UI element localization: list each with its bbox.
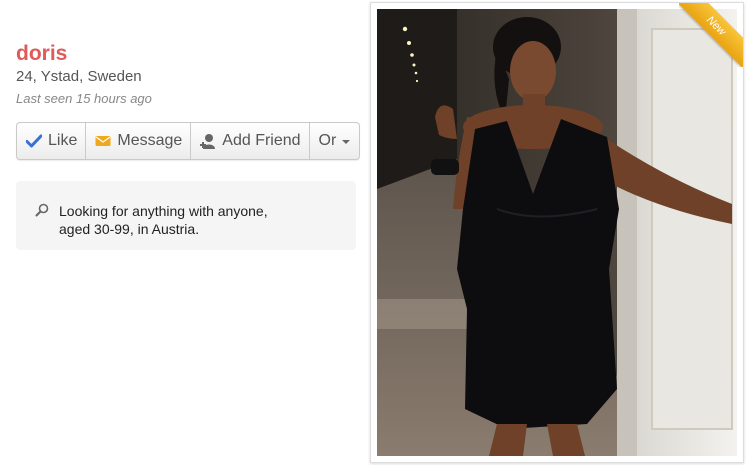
action-button-group: Like Message Add Friend Or <box>16 122 361 160</box>
profile-location: 24, Ystad, Sweden <box>16 68 142 85</box>
looking-for-text: Looking for anything with anyone, aged 3… <box>59 202 319 238</box>
envelope-icon <box>94 133 111 150</box>
search-icon <box>35 203 49 222</box>
add-friend-button[interactable]: Add Friend <box>191 123 310 159</box>
last-seen-text: Last seen 15 hours ago <box>16 91 152 106</box>
or-dropdown-button[interactable]: Or <box>310 123 360 159</box>
profile-photo[interactable]: New <box>370 2 744 463</box>
like-label: Like <box>48 132 78 149</box>
profile-name: doris <box>16 42 68 65</box>
message-label: Message <box>117 132 183 149</box>
or-label: Or <box>318 132 337 149</box>
message-button[interactable]: Message <box>86 123 192 159</box>
looking-for-box: Looking for anything with anyone, aged 3… <box>16 181 356 250</box>
add-person-icon <box>199 133 216 150</box>
new-badge-label: New <box>679 3 743 67</box>
check-icon <box>25 133 42 150</box>
looking-for-line-2: aged 30-99, in Austria. <box>59 221 200 237</box>
new-badge: New <box>679 3 743 67</box>
looking-for-line-1: Looking for anything with anyone, <box>59 203 268 219</box>
photo-image <box>377 9 737 456</box>
caret-down-icon <box>342 132 351 150</box>
add-friend-label: Add Friend <box>222 132 301 149</box>
like-button[interactable]: Like <box>17 123 87 159</box>
